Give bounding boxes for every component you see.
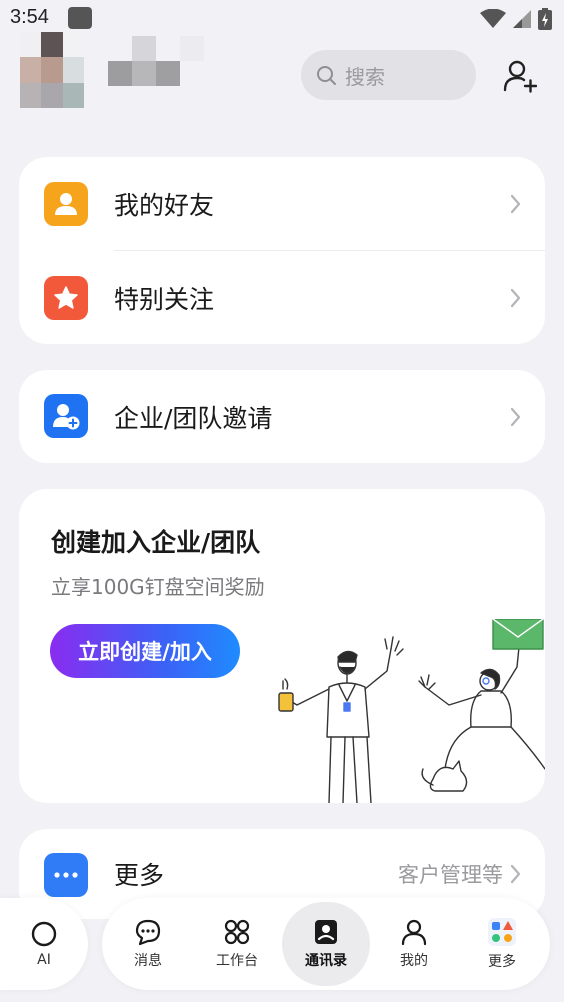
more-extra-text: 客户管理等 (398, 863, 503, 887)
status-time: 3:54 (10, 6, 49, 28)
ai-icon (31, 921, 57, 947)
nav-label: 通讯录 (305, 953, 347, 969)
apps-icon (488, 918, 516, 946)
user-name (108, 36, 204, 86)
status-icons (480, 8, 552, 30)
contacts-book-icon (315, 920, 337, 944)
invite-card: 企业/团队邀请 (19, 370, 545, 463)
friends-icon (44, 182, 88, 226)
nav-ai-label: AI (37, 952, 51, 968)
bottom-nav: 消息 工作台 通讯录 我的 更多 (102, 898, 550, 990)
special-follow-row[interactable]: 特别关注 (19, 251, 545, 345)
search-icon (317, 66, 336, 85)
search-input[interactable]: 搜索 (301, 50, 476, 100)
chat-bubble-icon (135, 919, 161, 946)
more-label: 更多 (114, 861, 165, 890)
chevron-right-icon (510, 194, 521, 214)
enterprise-invite-row[interactable]: 企业/团队邀请 (19, 370, 545, 463)
person-icon (401, 919, 427, 946)
chevron-right-icon (510, 407, 521, 426)
my-friends-row[interactable]: 我的好友 (19, 157, 545, 251)
contacts-card: 我的好友 特别关注 (19, 157, 545, 344)
avatar[interactable] (20, 32, 84, 108)
nav-more[interactable]: 更多 (462, 898, 542, 990)
add-user-icon (503, 60, 537, 93)
more-icon (44, 853, 88, 897)
nav-workbench[interactable]: 工作台 (197, 898, 277, 990)
notification-icon (68, 7, 92, 29)
nav-label: 工作台 (216, 953, 258, 969)
chevron-right-icon (510, 864, 521, 884)
promo-subtitle: 立享100G钉盘空间奖励 (51, 575, 265, 599)
search-placeholder: 搜索 (345, 64, 385, 89)
create-join-button[interactable]: 立即创建/加入 (50, 624, 240, 678)
nav-messages[interactable]: 消息 (108, 898, 188, 990)
wifi-icon (480, 9, 506, 28)
signal-icon (513, 10, 531, 28)
nav-ai[interactable]: AI (0, 898, 88, 990)
team-illustration (278, 619, 545, 803)
star-icon (44, 276, 88, 320)
nav-label: 我的 (400, 953, 428, 969)
chevron-right-icon (510, 288, 521, 308)
enterprise-invite-label: 企业/团队邀请 (114, 403, 273, 433)
battery-icon (538, 8, 552, 30)
special-follow-label: 特别关注 (114, 285, 215, 314)
promo-title: 创建加入企业/团队 (51, 528, 261, 557)
nav-mine[interactable]: 我的 (374, 898, 454, 990)
nav-label: 消息 (134, 953, 162, 969)
status-bar: 3:54 (0, 0, 564, 36)
grid-icon (224, 919, 250, 945)
my-friends-label: 我的好友 (114, 191, 215, 220)
nav-contacts[interactable]: 通讯录 (286, 898, 366, 990)
promo-card: 创建加入企业/团队 立享100G钉盘空间奖励 立即创建/加入 (19, 489, 545, 803)
add-friend-button[interactable] (500, 56, 540, 96)
team-invite-icon (44, 394, 88, 438)
nav-label: 更多 (488, 954, 516, 970)
